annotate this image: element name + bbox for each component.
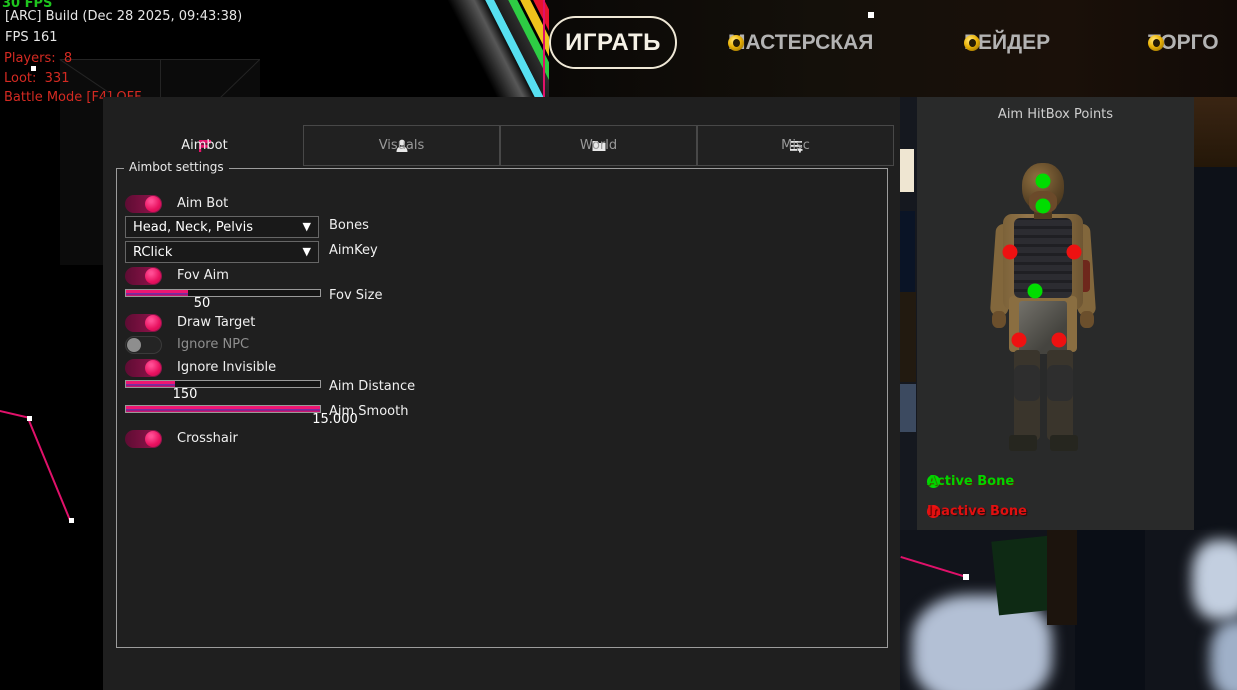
crosshair-row: Crosshair (125, 430, 525, 448)
esp-node (868, 12, 874, 18)
esp-tracer-line (543, 0, 545, 97)
esp-line (0, 410, 29, 419)
group-title: Aimbot settings (124, 160, 229, 174)
hud-loot: Loot: 331 (4, 71, 69, 86)
aim-distance-value: 150 (155, 387, 215, 402)
tab-world[interactable]: World (500, 125, 697, 166)
aim-bot-toggle[interactable] (125, 195, 162, 213)
coin-icon (964, 35, 980, 51)
hud-players: Players: 8 (4, 51, 72, 66)
hitbox-left-thigh-dot[interactable] (1012, 333, 1027, 348)
coin-icon (728, 35, 744, 51)
ignore-npc-toggle[interactable] (125, 336, 162, 354)
fov-aim-row: Fov Aim (125, 267, 525, 285)
aim-smooth-slider[interactable] (125, 405, 321, 413)
esp-node (27, 416, 32, 421)
hud-overlay: 30 FPS [ARC] Build (Dec 28 2025, 09:43:3… (0, 0, 400, 110)
aim-bot-row: Aim Bot (125, 195, 525, 213)
hitbox-left-arm-dot[interactable] (1003, 245, 1018, 260)
coin-icon (1148, 35, 1164, 51)
fov-aim-toggle[interactable] (125, 267, 162, 285)
crosshair-toggle[interactable] (125, 430, 162, 448)
tab-visuals[interactable]: Visuals (303, 125, 500, 166)
hitbox-right-arm-dot[interactable] (1067, 245, 1082, 260)
hitbox-neck-dot[interactable] (1036, 199, 1051, 214)
draw-target-row: Draw Target (125, 314, 525, 332)
ignore-invisible-toggle[interactable] (125, 359, 162, 377)
hitbox-panel: Aim HitBox Points Active Bone (917, 97, 1194, 530)
menu-item-workshop[interactable]: МАСТЕРСКАЯ (728, 28, 873, 58)
fov-size-value: 50 (172, 296, 232, 311)
esp-line (27, 418, 71, 520)
hud-build-info: [ARC] Build (Dec 28 2025, 09:43:38) (5, 9, 242, 24)
menu-item-raider[interactable]: РЕЙДЕР (964, 28, 1050, 58)
rainbow-stripes (437, 0, 549, 97)
chevron-down-icon: ▼ (303, 245, 311, 258)
hitbox-dots (917, 97, 1194, 530)
menu-item-trade[interactable]: ТОРГО (1148, 28, 1219, 58)
esp-node (69, 518, 74, 523)
hitbox-pelvis-dot[interactable] (1028, 284, 1043, 299)
ignore-npc-row: Ignore NPC (125, 336, 525, 354)
tab-misc[interactable]: Misc (697, 125, 894, 166)
fov-size-label: Fov Size (329, 288, 382, 303)
aimkey-label: AimKey (329, 243, 378, 258)
game-screen: 30 FPS [ARC] Build (Dec 28 2025, 09:43:3… (0, 0, 1237, 690)
aim-smooth-label: Aim Smooth (329, 404, 408, 419)
aimbot-settings-group: Aimbot settings Aim Bot Head, Neck, Pelv… (116, 168, 888, 648)
hitbox-right-thigh-dot[interactable] (1052, 333, 1067, 348)
hitbox-head-dot[interactable] (1036, 174, 1051, 189)
aimkey-dropdown[interactable]: RClick ▼ (125, 241, 319, 263)
bones-label: Bones (329, 218, 369, 233)
ignore-invisible-row: Ignore Invisible (125, 359, 525, 377)
hud-fps-label: FPS 161 (5, 30, 58, 45)
cheat-menu-window: Aimbot Visuals World Misc (103, 97, 900, 690)
draw-target-toggle[interactable] (125, 314, 162, 332)
esp-node (963, 574, 969, 580)
bones-dropdown[interactable]: Head, Neck, Pelvis ▼ (125, 216, 319, 238)
chevron-down-icon: ▼ (303, 220, 311, 233)
play-button[interactable]: ИГРАТЬ (549, 16, 677, 69)
aim-distance-label: Aim Distance (329, 379, 415, 394)
